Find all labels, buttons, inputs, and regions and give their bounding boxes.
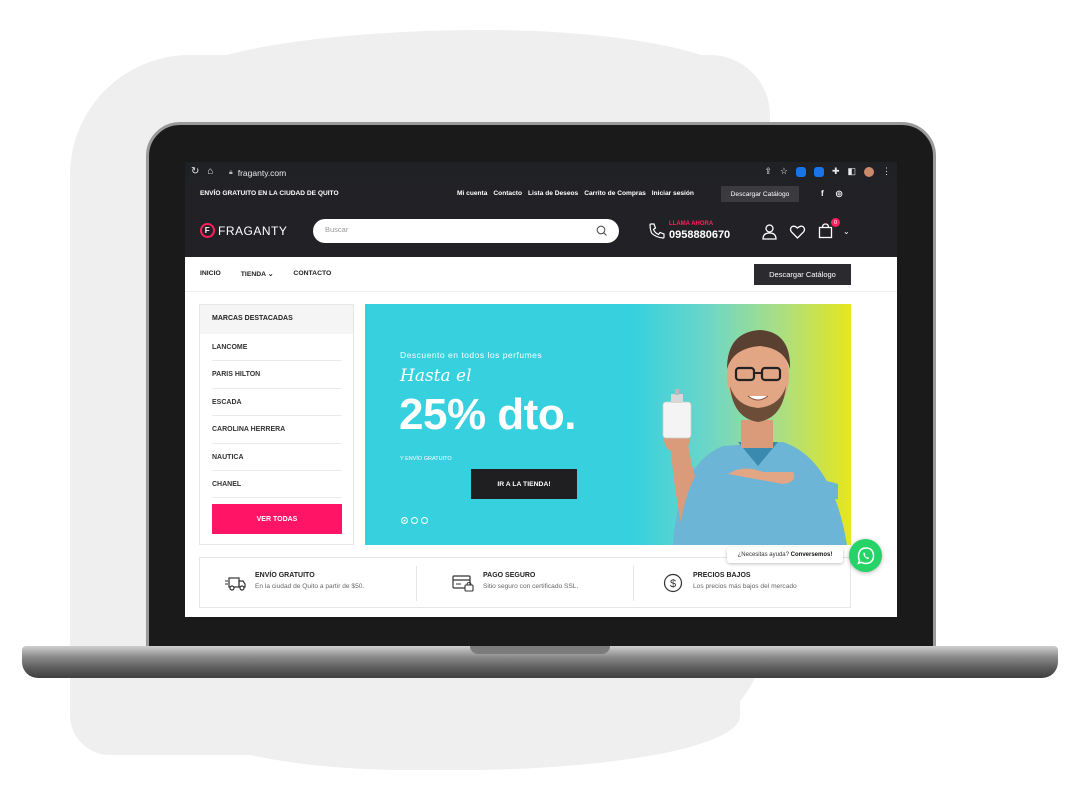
sidebar-item-carolina-herrera[interactable]: CAROLINA HERRERA [212,416,341,444]
phone-number[interactable]: 0958880670 [669,229,730,241]
sidebar-item-paris-hilton[interactable]: PARIS HILTON [212,361,341,389]
browser-nav: ↻ ⌂ [191,166,213,177]
chat-prompt-text: ¿Necesitas ayuda? [737,552,789,558]
user-icon[interactable] [761,223,778,240]
facebook-icon[interactable]: f [821,189,824,198]
divider [633,566,634,601]
logo-mark: F [200,223,215,238]
feature-description: En la ciudad de Quito a partir de $50. [255,583,365,590]
chevron-down-icon: ⌄ [267,271,274,278]
view-all-button[interactable]: VER TODAS [212,504,342,534]
carousel-dot[interactable] [421,517,428,524]
feature-title: ENVÍO GRATUITO [255,572,315,579]
chat-prompt[interactable]: ¿Necesitas ayuda? Conversemos! [727,547,843,563]
star-icon[interactable]: ☆ [780,166,788,177]
search-input[interactable] [325,225,585,234]
sidebar-item-escada[interactable]: ESCADA [212,389,341,417]
banner-small-text: Y ENVÍO GRATUITO [400,456,452,462]
search-bar [313,219,619,243]
truck-icon [225,577,246,591]
link-contacto[interactable]: Contacto [493,190,522,197]
share-icon[interactable]: ⇪ [764,166,772,177]
call-now-label: LLAMA AHORA [669,221,714,227]
divider [416,566,417,601]
whatsapp-icon [856,546,874,564]
nav-inicio[interactable]: INICIO [200,270,221,278]
search-icon[interactable] [595,224,609,238]
link-iniciar-sesion[interactable]: Iniciar sesión [652,190,694,197]
nav-contacto[interactable]: CONTACTO [293,270,331,278]
reload-icon[interactable]: ↻ [191,166,199,177]
nav-tienda[interactable]: TIENDA ⌄ [241,270,274,278]
url-text: fraganty.com [237,167,287,178]
nav-menu: INICIO TIENDA ⌄ CONTACTO [200,270,331,278]
secure-card-icon [452,575,474,592]
sidepanel-icon[interactable]: ◧ [847,166,856,177]
sidebar-item-lancome[interactable]: LANCOME [212,334,341,362]
translate-icon[interactable] [813,166,824,177]
download-catalog-button[interactable]: Descargar Catálogo [754,264,851,285]
feature-low-prices: $ PRECIOS BAJOS Los precios más bajos de… [638,558,852,609]
main-navigation: INICIO TIENDA ⌄ CONTACTO Descargar Catál… [185,257,897,292]
cart-count-badge: 0 [831,218,840,227]
browser-extensions: ⇪ ☆ ✚ ◧ ⋮ [764,166,891,177]
feature-description: Los precios más bajos del mercado [693,583,797,590]
nav-tienda-label: TIENDA [240,271,266,278]
feature-description: Sitio seguro con certificado SSL. [483,583,579,590]
site-header: F FRAGANTY LLAMA AHORA 0958880670 0 ⌄ [185,205,897,257]
shop-cta-button[interactable]: IR A LA TIENDA! [471,469,577,499]
carousel-dot[interactable] [401,517,408,524]
instagram-icon[interactable]: ◎ [836,189,843,198]
sidebar-title: MARCAS DESTACADAS [200,305,353,334]
svg-text:$: $ [670,578,676,590]
puzzle-icon[interactable]: ✚ [832,166,840,177]
address-bar[interactable]: 🔒︎ fraganty.com [229,165,789,180]
feature-free-shipping: ENVÍO GRATUITO En la ciudad de Quito a p… [200,558,416,609]
whatsapp-button[interactable] [849,539,882,572]
feature-title: PRECIOS BAJOS [693,572,751,579]
heart-icon[interactable] [789,223,806,240]
model-holding-perfume-image [662,330,847,545]
home-icon[interactable]: ⌂ [207,166,213,177]
banner-headline: 25% dto. [399,390,576,439]
carousel-dots [401,517,428,524]
banner-script-text: Hasta el [400,366,472,386]
sidebar-item-nautica[interactable]: NAUTICA [212,444,341,471]
sidebar-item-chanel[interactable]: CHANEL [212,471,341,499]
laptop-notch [470,646,610,654]
extension-icon[interactable] [795,166,806,177]
dollar-icon: $ [663,573,683,593]
social-links: f ◎ [821,189,843,198]
menu-icon[interactable]: ⋮ [882,166,891,177]
lock-icon: 🔒︎ [229,168,233,176]
chat-prompt-bold: Conversemos! [790,552,833,558]
browser-toolbar: ↻ ⌂ 🔒︎ fraganty.com ⇪ ☆ ✚ ◧ ⋮ [185,162,897,183]
featured-brands-sidebar: MARCAS DESTACADAS LANCOME PARIS HILTON E… [199,304,354,545]
hero-banner: Descuento en todos los perfumes Hasta el… [365,304,851,545]
top-bar: ENVÍO GRATUITO EN LA CIUDAD DE QUITO Mi … [185,183,897,205]
account-links: Mi cuenta Contacto Lista de Deseos Carri… [457,190,694,197]
features-strip: ENVÍO GRATUITO En la ciudad de Quito a p… [199,557,851,608]
shipping-notice: ENVÍO GRATUITO EN LA CIUDAD DE QUITO [200,190,339,197]
carousel-dot[interactable] [411,517,418,524]
link-lista-deseos[interactable]: Lista de Deseos [528,190,578,197]
phone-icon [649,223,665,239]
feature-secure-payment: PAGO SEGURO Sitio seguro con certificado… [428,558,644,609]
feature-title: PAGO SEGURO [483,572,536,579]
logo-text: FRAGANTY [218,223,288,238]
download-catalog-link[interactable]: Descargar Catálogo [721,186,799,202]
profile-avatar[interactable] [864,166,874,177]
banner-subtitle: Descuento en todos los perfumes [400,350,543,360]
link-carrito[interactable]: Carrito de Compras [584,190,646,197]
chevron-down-icon[interactable]: ⌄ [843,227,850,236]
site-logo[interactable]: F FRAGANTY [200,223,287,238]
link-mi-cuenta[interactable]: Mi cuenta [457,190,487,197]
